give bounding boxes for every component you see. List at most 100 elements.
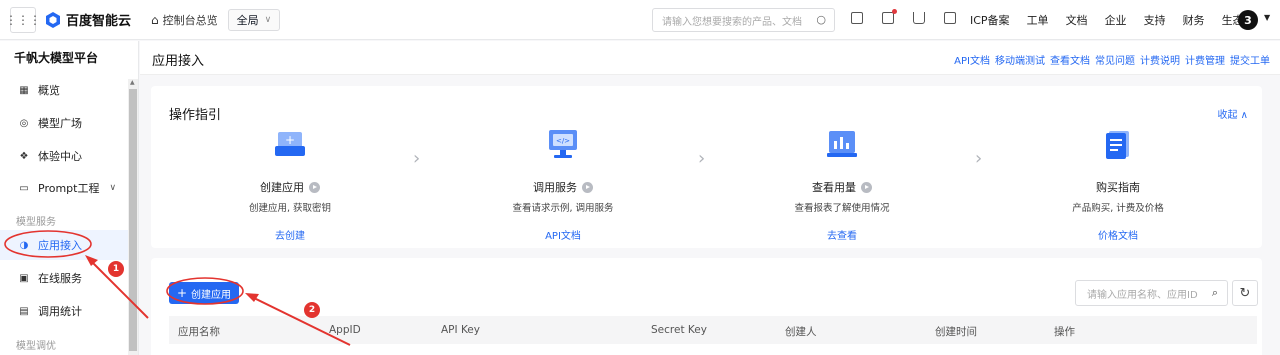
step-desc: 产品购买, 计费及价格 [1072,203,1164,214]
sidebar-scrollbar[interactable]: ▲ [128,79,138,355]
search-icon[interactable]: ⌕ [1212,286,1218,300]
nav-ticket[interactable]: 工单 [1027,12,1049,28]
sidebar-item-label: 概览 [38,84,60,97]
create-app-icon: + [275,132,305,156]
go-create-link[interactable]: 去创建 [205,227,375,242]
nav-support[interactable]: 支持 [1144,12,1166,28]
annotation-badge-1: 1 [108,261,124,277]
col-creator: 创建人 [785,326,817,338]
cube-icon: ❖ [19,150,29,162]
sidebar-item-label: 体验中心 [38,150,82,163]
step-desc: 创建应用, 获取密钥 [248,203,332,214]
app-access-icon: ◑ [19,239,29,251]
nav-icp[interactable]: ICP备案 [970,12,1010,28]
guide-step-create: + 创建应用 创建应用, 获取密钥 去创建 [205,128,375,242]
prompt-icon: ▭ [19,182,29,194]
sidebar-item-label: 应用接入 [38,239,82,252]
sidebar-item-experience[interactable]: ❖ 体验中心 [0,141,128,171]
sidebar-group-model-service: 模型服务 [16,217,56,228]
purchase-guide-icon [1106,131,1129,159]
col-created-time: 创建时间 [935,326,977,338]
col-app-id: AppID [329,324,361,336]
brand-logo-icon [46,11,60,28]
play-icon[interactable] [582,181,593,193]
sidebar-item-label: Prompt工程 [38,182,100,195]
sidebar-item-model-square[interactable]: ◎ 模型广场 [0,108,128,138]
nav-enterprise[interactable]: 企业 [1105,12,1127,28]
step-name: 调用服务 [533,181,577,194]
step-name: 创建应用 [260,181,304,194]
api-docs-link[interactable]: API文档 [478,227,648,242]
chevron-right-icon: › [413,148,421,169]
svg-text:</>: </> [556,137,570,145]
collapse-label: 收起 [1217,110,1238,121]
sidebar-item-app-access[interactable]: ◑ 应用接入 [0,230,128,260]
guide-title: 操作指引 [169,108,222,123]
region-select[interactable]: 全局 ∨ [227,8,281,31]
global-search-input[interactable]: 请输入您想要搜索的产品、文档 ○ [652,8,835,32]
chevron-right-icon: › [698,148,706,169]
scroll-up-icon[interactable]: ▲ [130,79,135,86]
step-name: 购买指南 [1096,181,1140,194]
cart-icon[interactable] [913,12,925,24]
price-docs-link[interactable]: 价格文档 [1033,227,1203,242]
console-home-link[interactable]: ⌂ 控制台总览 [151,12,218,28]
top-nav: ICP备案 工单 文档 企业 支持 财务 生态 [970,0,1261,40]
link-billing-info[interactable]: 计费说明 [1140,52,1180,67]
app-search-placeholder: 请输入应用名称、应用ID [1087,289,1198,301]
sidebar-item-call-stats[interactable]: ▤ 调用统计 [0,296,128,326]
link-mobile-test[interactable]: 移动端测试 [995,52,1045,67]
step-desc: 查看请求示例, 调用服务 [512,203,614,214]
col-app-name: 应用名称 [178,326,220,338]
col-secret-key: Secret Key [651,324,707,336]
sidebar-item-prompt[interactable]: ▭ Prompt工程 ∨ [0,173,128,203]
brand-logo[interactable]: 百度智能云 [44,10,131,29]
link-faq[interactable]: 常见问题 [1095,52,1135,67]
sidebar-group-model-tuning: 模型调优 [16,341,56,352]
qrcode-icon[interactable] [851,12,863,24]
create-app-label: 创建应用 [191,289,232,301]
link-view-docs[interactable]: 查看文档 [1050,52,1090,67]
play-icon[interactable] [861,181,872,193]
app-grid-icon[interactable]: ⋮⋮⋮ [5,6,41,33]
header-links: API文档 移动端测试 查看文档 常见问题 计费说明 计费管理 提交工单 [949,52,1270,67]
page-header: 应用接入 API文档 移动端测试 查看文档 常见问题 计费说明 计费管理 提交工… [140,41,1280,75]
guide-step-purchase: 购买指南 产品购买, 计费及价格 价格文档 [1033,128,1203,242]
avatar[interactable]: 3 [1238,10,1258,30]
brand-name: 百度智能云 [66,14,132,29]
svg-text:+: + [285,133,295,147]
step-desc: 查看报表了解使用情况 [794,203,890,214]
nav-finance[interactable]: 财务 [1183,12,1205,28]
create-app-button[interactable]: + 创建应用 [169,282,239,304]
link-submit-ticket[interactable]: 提交工单 [1230,52,1270,67]
stats-icon: ▤ [19,305,29,317]
search-icon[interactable]: ○ [816,13,826,26]
play-icon[interactable] [309,181,320,193]
billing-icon[interactable] [944,12,956,24]
app-search-input[interactable]: 请输入应用名称、应用ID ⌕ [1075,280,1228,306]
plus-icon: + [176,286,188,300]
link-api-docs[interactable]: API文档 [954,52,990,67]
sidebar-item-overview[interactable]: ▦ 概览 [0,75,128,105]
collapse-button[interactable]: 收起 ∧ [1218,106,1249,121]
scrollbar-thumb[interactable] [129,89,137,351]
refresh-icon[interactable]: ↻ [1232,280,1258,306]
caret-down-icon[interactable]: ▼ [1264,13,1270,22]
guide-step-usage: 查看用量 查看报表了解使用情况 去查看 [757,128,927,242]
guide-step-call: </> 调用服务 查看请求示例, 调用服务 API文档 [478,128,648,242]
operation-guide: 操作指引 收起 ∧ + 创建应用 创建应用, 获取密钥 去创建 › </> 调用… [151,86,1262,248]
link-billing-manage[interactable]: 计费管理 [1185,52,1225,67]
col-api-key: API Key [441,324,480,336]
go-view-link[interactable]: 去查看 [757,227,927,242]
grid-icon: ▦ [19,84,29,96]
message-icon[interactable] [882,9,897,24]
sidebar-item-label: 在线服务 [38,272,82,285]
sidebar: 千帆大模型平台 ▲ ▦ 概览 ◎ 模型广场 ❖ 体验中心 ▭ Prompt工程 … [0,41,139,355]
usage-icon [827,131,857,157]
console-home-label: 控制台总览 [162,13,218,27]
chevron-down-icon: ∨ [109,183,117,193]
call-service-icon: </> [549,130,577,158]
nav-docs[interactable]: 文档 [1066,12,1088,28]
top-icons [851,9,975,24]
sidebar-title: 千帆大模型平台 [14,51,99,65]
